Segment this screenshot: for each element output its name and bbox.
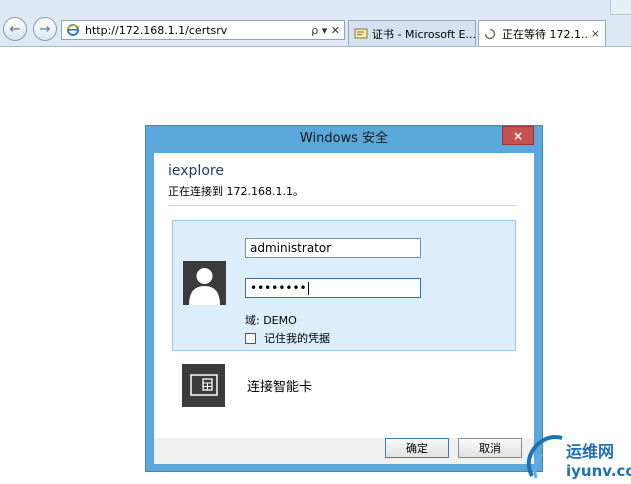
cancel-button[interactable]: 取消 <box>458 438 522 458</box>
remember-label[interactable]: 记住我的凭据 <box>264 330 330 346</box>
ie-logo-icon <box>65 22 81 38</box>
watermark-logo-icon <box>526 435 563 479</box>
smartcard-label: 连接智能卡 <box>247 379 313 395</box>
password-field[interactable]: •••••••• <box>245 278 421 298</box>
username-field[interactable]: administrator <box>245 238 421 258</box>
new-tab-area[interactable] <box>607 20 631 46</box>
site-watermark: 运维网 iyunv.com <box>522 430 631 484</box>
divider <box>168 205 518 206</box>
app-name: iexplore <box>168 163 224 179</box>
smartcard-icon <box>182 363 225 407</box>
forward-button[interactable]: → <box>33 17 57 41</box>
loading-spinner-icon <box>484 27 498 41</box>
text-caret <box>307 282 309 295</box>
ok-button[interactable]: 确定 <box>385 438 449 458</box>
remember-checkbox[interactable] <box>245 332 256 344</box>
tab-waiting[interactable]: 正在等待 172.1... × <box>478 20 606 46</box>
smartcard-option[interactable]: 连接智能卡 <box>182 363 482 407</box>
window-control[interactable] <box>610 0 631 15</box>
arrow-right-icon: → <box>39 21 51 37</box>
close-tab-icon[interactable]: × <box>591 27 600 40</box>
dialog-button-row: 确定 取消 <box>154 438 534 464</box>
user-avatar-icon <box>183 261 226 305</box>
address-bar[interactable]: http://172.168.1.1/certsrv ρ ▾ ✕ <box>61 20 345 40</box>
domain-text: 域: DEMO <box>245 314 297 327</box>
tab-label: 正在等待 172.1... <box>502 27 588 41</box>
url-text[interactable]: http://172.168.1.1/certsrv <box>85 24 311 37</box>
dialog-close-button[interactable]: × <box>502 126 534 145</box>
credential-panel[interactable]: administrator •••••••• 域: DEMO 记住我的凭据 <box>172 220 516 351</box>
dialog-title: Windows 安全 <box>299 131 389 146</box>
search-refresh-controls[interactable]: ρ ▾ ✕ <box>311 24 340 37</box>
watermark-en: iyunv.com <box>566 462 631 480</box>
close-icon: × <box>512 128 524 143</box>
password-mask: •••••••• <box>250 281 307 295</box>
back-button[interactable]: ← <box>3 17 27 41</box>
dialog-titlebar[interactable]: Windows 安全 × <box>146 126 542 152</box>
arrow-left-icon: ← <box>9 21 21 37</box>
remember-credentials-row[interactable]: 记住我的凭据 <box>245 330 330 346</box>
connecting-message: 正在连接到 172.168.1.1。 <box>168 185 304 198</box>
windows-security-dialog: Windows 安全 × iexplore 正在连接到 172.168.1.1。… <box>145 125 543 472</box>
certificate-icon <box>354 27 368 41</box>
dialog-body: iexplore 正在连接到 172.168.1.1。 administrato… <box>154 153 534 438</box>
browser-toolbar: ← → http://172.168.1.1/certsrv ρ ▾ ✕ 证书 … <box>0 0 631 47</box>
tab-certificate[interactable]: 证书 - Microsoft E... <box>348 20 476 46</box>
watermark-cn: 运维网 <box>566 442 615 461</box>
tab-label: 证书 - Microsoft E... <box>372 27 475 41</box>
